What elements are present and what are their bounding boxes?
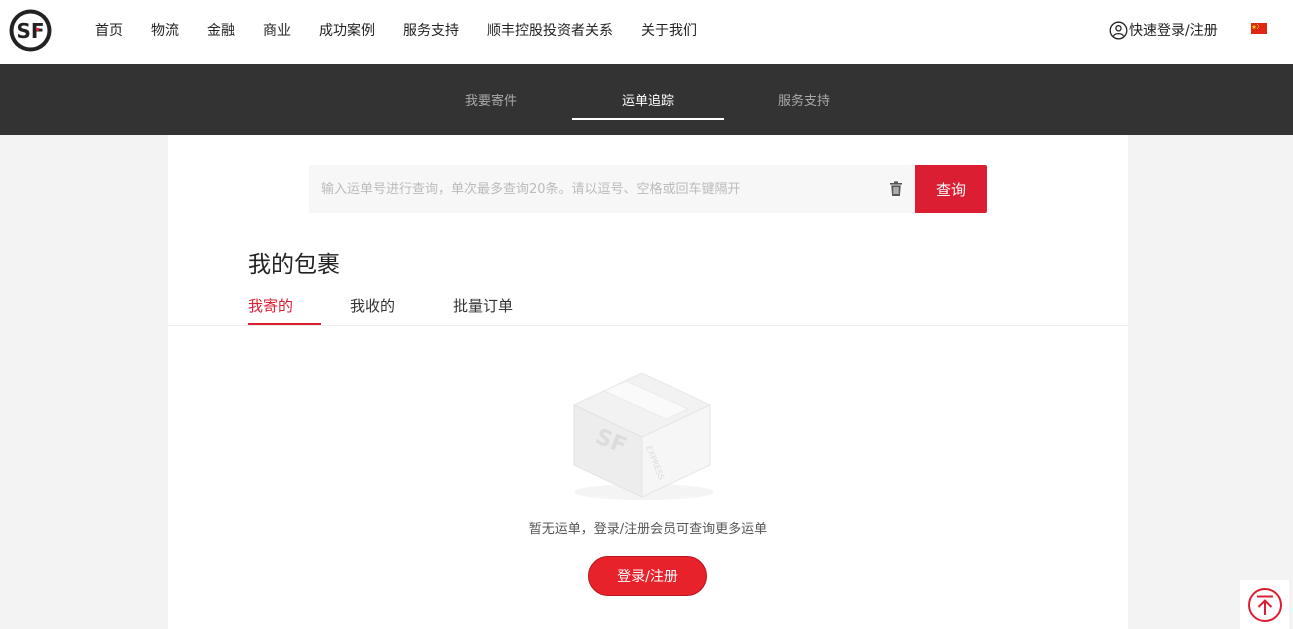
main-nav: 首页 物流 金融 商业 成功案例 服务支持 顺丰控股投资者关系 关于我们 <box>95 0 725 60</box>
subnav-send-parcel[interactable]: 我要寄件 <box>415 64 567 135</box>
tab-received[interactable]: 我收的 <box>350 295 453 326</box>
tab-divider <box>168 325 1128 326</box>
nav-cases[interactable]: 成功案例 <box>319 20 375 40</box>
sub-nav: 我要寄件 运单追踪 服务支持 <box>0 64 1293 135</box>
subnav-tracking[interactable]: 运单追踪 <box>572 64 724 135</box>
tab-batch-orders[interactable]: 批量订单 <box>453 295 513 326</box>
trash-icon[interactable] <box>889 181 903 197</box>
parcel-tabs: 我寄的 我收的 批量订单 <box>248 295 513 326</box>
search-box <box>309 165 915 213</box>
nav-finance[interactable]: 金融 <box>207 20 235 40</box>
empty-box-illustration: SF EXPRESS <box>572 372 714 500</box>
user-icon <box>1109 21 1128 39</box>
tracking-number-input[interactable] <box>309 165 915 213</box>
empty-state-text: 暂无运单，登录/注册会员可查询更多运单 <box>528 522 768 537</box>
top-header: SF 首页 物流 金融 商业 成功案例 服务支持 顺丰控股投资者关系 关于我们 … <box>0 0 1293 64</box>
arrow-up-icon <box>1247 587 1282 622</box>
login-register-button[interactable]: 登录/注册 <box>588 556 707 596</box>
nav-home[interactable]: 首页 <box>95 20 123 40</box>
nav-investor-relations[interactable]: 顺丰控股投资者关系 <box>487 20 613 40</box>
back-to-top-button[interactable] <box>1240 580 1289 629</box>
tracking-search: 查询 <box>309 165 987 213</box>
china-flag-icon[interactable] <box>1251 23 1267 34</box>
svg-text:SF: SF <box>16 19 44 43</box>
nav-about-us[interactable]: 关于我们 <box>641 20 697 40</box>
quick-login-label: 快速登录/注册 <box>1129 23 1218 39</box>
nav-service-support[interactable]: 服务支持 <box>403 20 459 40</box>
nav-logistics[interactable]: 物流 <box>151 20 179 40</box>
subnav-service-support[interactable]: 服务支持 <box>728 64 880 135</box>
nav-business[interactable]: 商业 <box>263 20 291 40</box>
sf-logo[interactable]: SF <box>8 8 53 53</box>
tracking-card: 查询 我的包裹 我寄的 我收的 批量订单 SF EXPRESS 暂无运单，登录/… <box>168 135 1128 629</box>
tab-sent[interactable]: 我寄的 <box>248 295 350 326</box>
page-title: 我的包裹 <box>248 252 340 278</box>
quick-login-link[interactable]: 快速登录/注册 <box>1109 20 1218 40</box>
search-button[interactable]: 查询 <box>915 165 987 213</box>
